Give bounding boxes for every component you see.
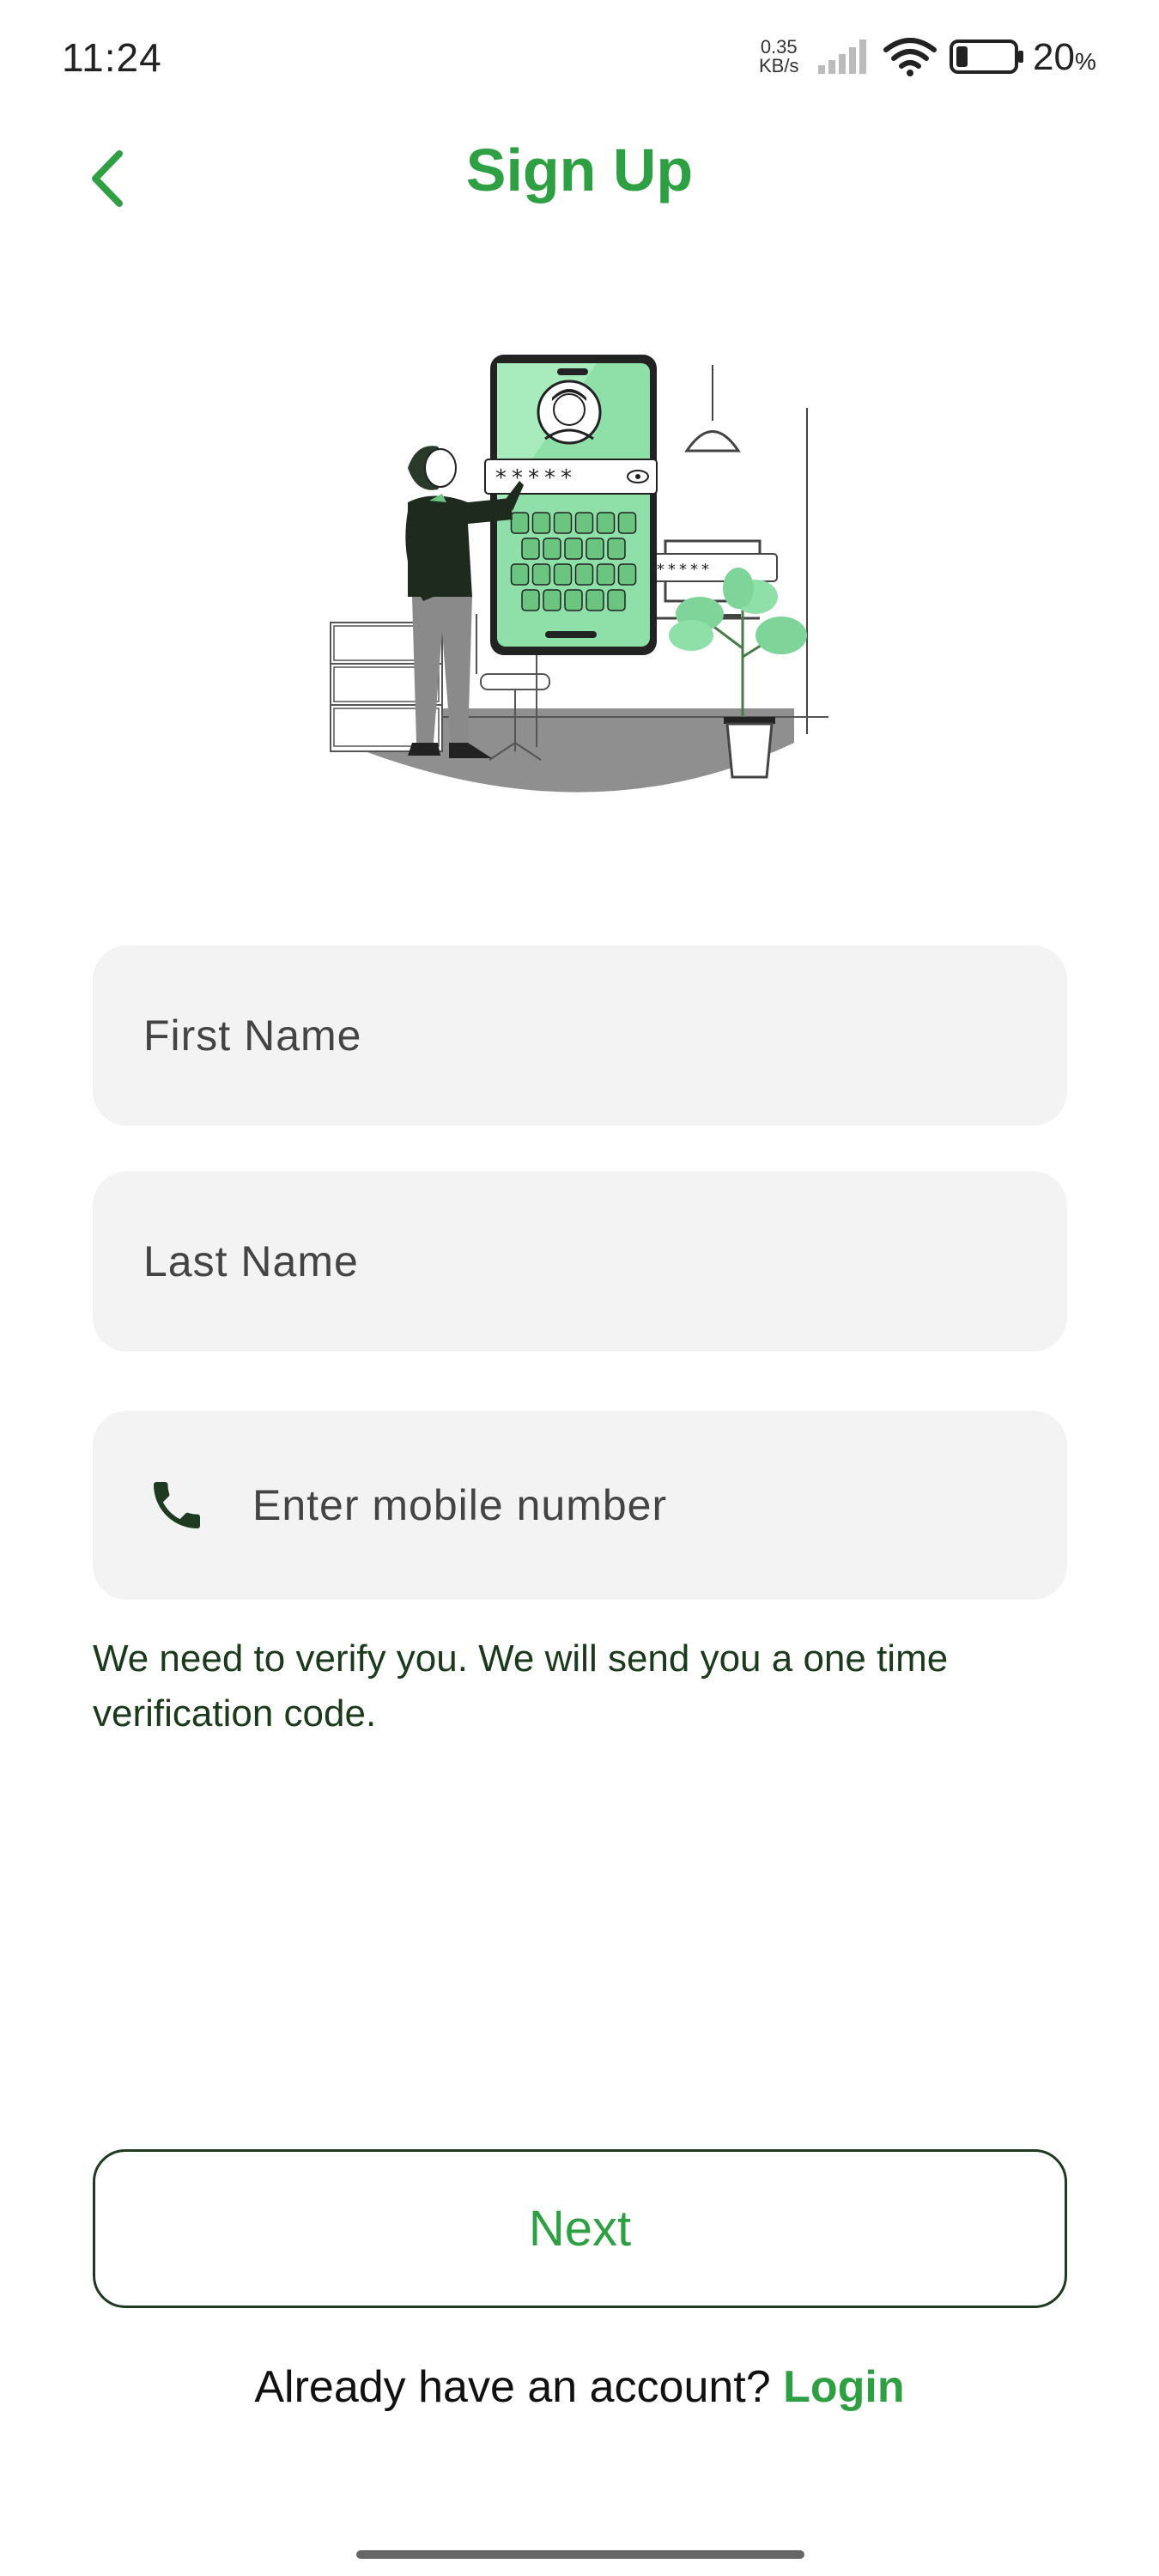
keyboard-key [596, 512, 616, 534]
keyboard-key [574, 563, 594, 586]
keyboard-key [586, 538, 604, 560]
mobile-number-field[interactable] [93, 1411, 1067, 1600]
keyboard-key [553, 563, 573, 586]
keyboard-key [607, 538, 626, 560]
keyboard-key [521, 538, 540, 560]
status-bar: 11:24 0.35 KB/s 20% [0, 0, 1159, 112]
login-prompt-text: Already have an account? [254, 2362, 771, 2412]
battery-percent-value: 20 [1033, 36, 1075, 78]
last-name-input[interactable] [142, 1236, 1067, 1287]
keyboard-key [564, 538, 583, 560]
keyboard-key [510, 563, 530, 586]
first-name-field[interactable] [93, 945, 1067, 1126]
wifi-icon [883, 38, 937, 76]
keyboard-key [564, 589, 583, 611]
mobile-number-input[interactable] [251, 1479, 1067, 1531]
login-link[interactable]: Login [783, 2362, 905, 2412]
keyboard-key [607, 589, 626, 611]
first-name-input[interactable] [142, 1010, 1067, 1061]
keyboard-key [510, 512, 530, 534]
keyboard-key [617, 563, 637, 586]
network-speed-unit: KB/s [759, 55, 799, 76]
keyboard-key [543, 589, 561, 611]
monitor-password-mask: ***** [657, 561, 713, 579]
battery-percent-sign: % [1074, 48, 1096, 75]
next-button[interactable]: Next [93, 2149, 1067, 2308]
battery-percent: 20% [1033, 36, 1096, 79]
signal-icon [818, 39, 866, 74]
page-title: Sign Up [465, 137, 694, 204]
keyboard-key [553, 512, 573, 534]
keyboard-key [531, 512, 551, 534]
phone-icon [154, 1482, 200, 1528]
home-indicator[interactable] [356, 2550, 804, 2559]
keyboard-key [617, 512, 637, 534]
network-speed: 0.35 KB/s [759, 38, 798, 76]
verification-helper-text: We need to verify you. We will send you … [93, 1637, 949, 1735]
phone-password-mask: ***** [495, 465, 577, 491]
lamp [684, 365, 741, 453]
keyboard-key [574, 512, 594, 534]
signup-illustration: ***** ***** [313, 355, 828, 846]
network-speed-value: 0.35 [760, 36, 798, 58]
battery-icon [950, 39, 1023, 74]
keyboard-key [596, 563, 616, 586]
keyboard-key [521, 589, 540, 611]
login-prompt-row: Already have an account? Login [0, 2361, 1159, 2413]
last-name-field[interactable] [93, 1171, 1067, 1352]
status-time: 11:24 [62, 35, 162, 80]
keyboard-key [531, 563, 551, 586]
keyboard-key [586, 589, 604, 611]
keyboard-key [543, 538, 561, 560]
